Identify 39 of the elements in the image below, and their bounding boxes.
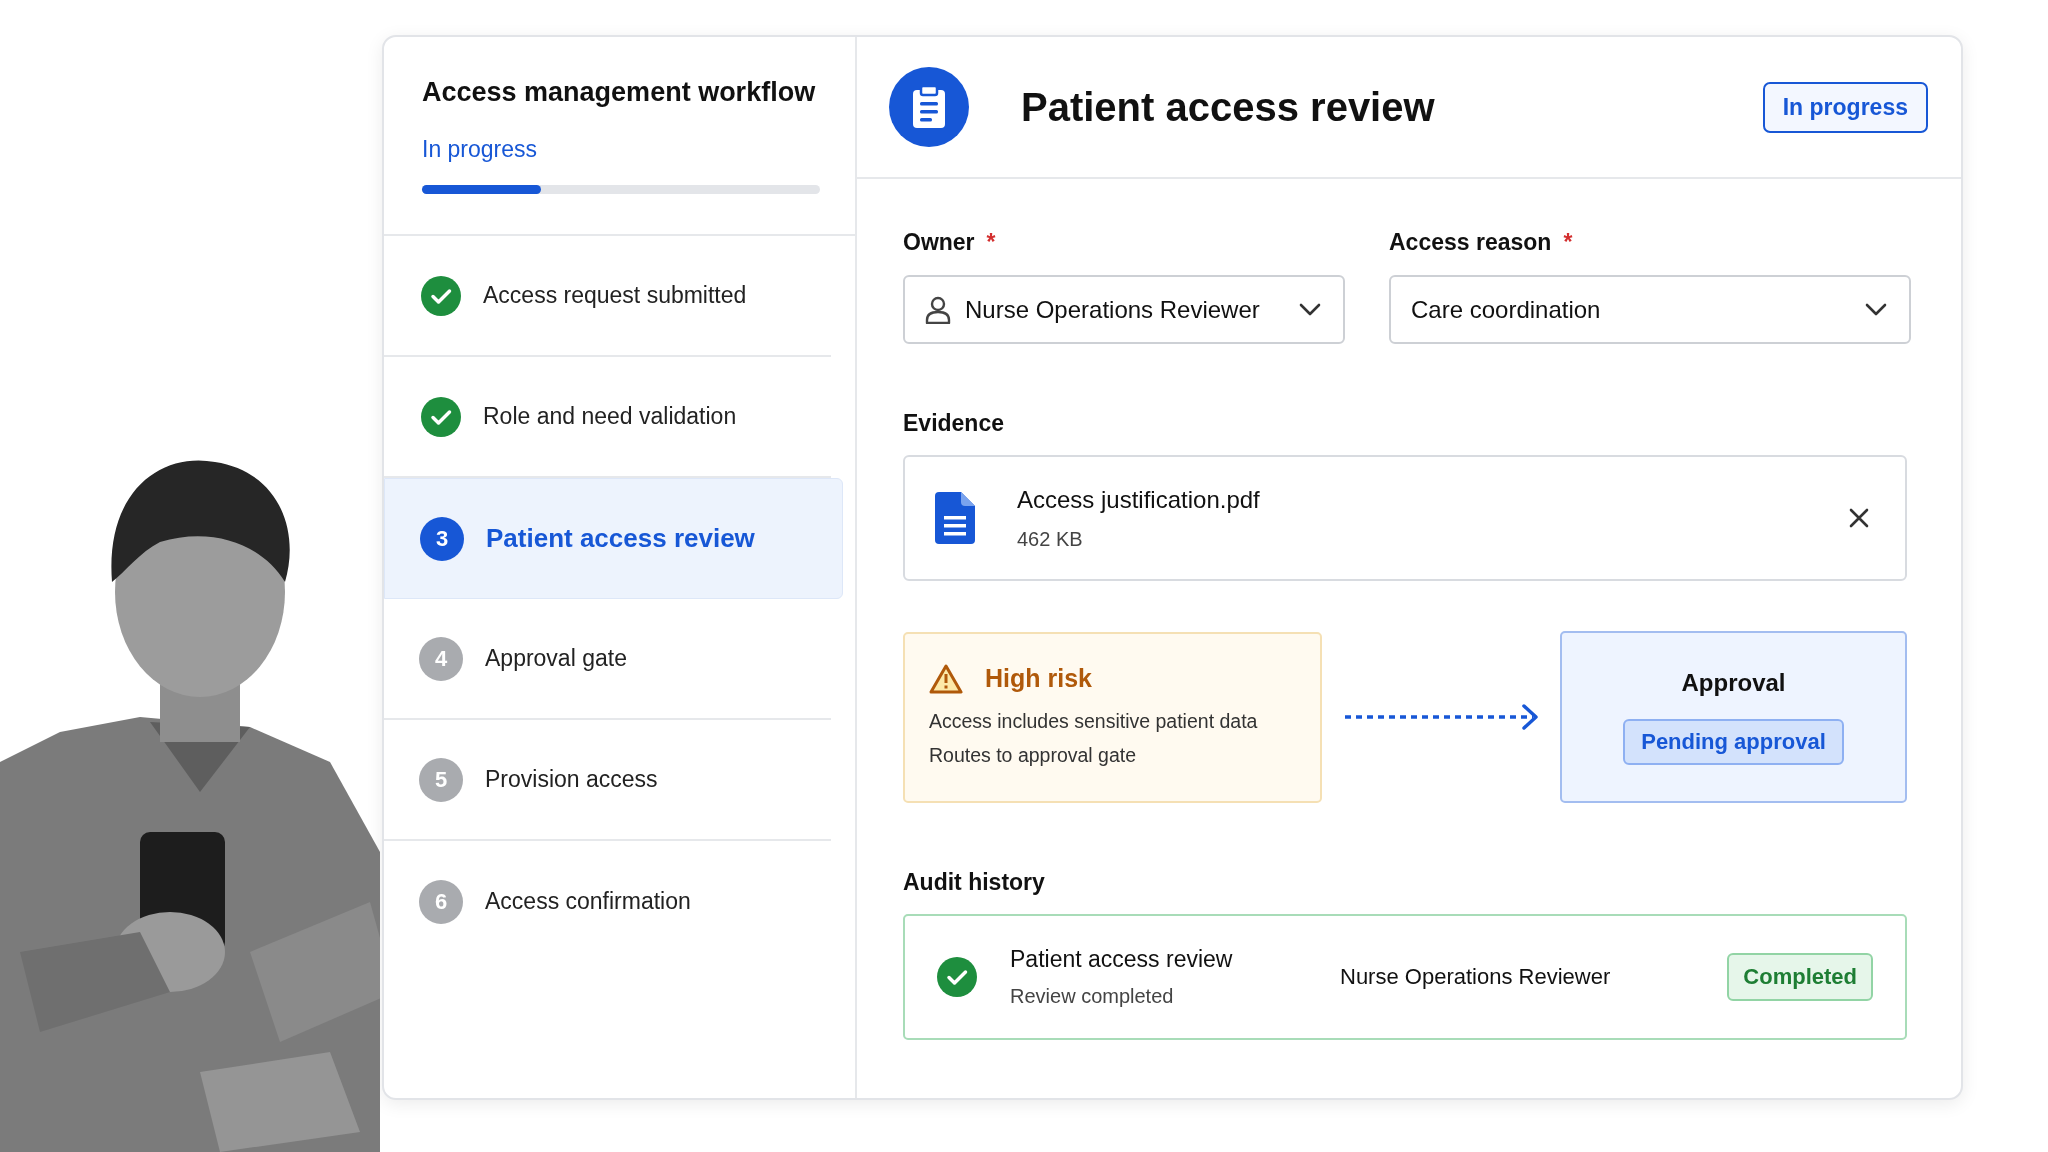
- audit-title: Patient access review: [1010, 946, 1233, 972]
- step-number: 6: [419, 879, 463, 924]
- workflow-title: Access management workflow: [422, 77, 816, 108]
- required-mark: *: [1563, 229, 1573, 257]
- section-heading: Audit history: [903, 869, 1045, 896]
- step-item[interactable]: 6 Access confirmation: [384, 841, 831, 962]
- audit-subtitle: Review completed: [1010, 985, 1174, 1007]
- chevron-down-icon: [1865, 302, 1887, 317]
- step-number: 3: [420, 516, 464, 561]
- risk-description: Access includes sensitive patient data: [929, 709, 1258, 732]
- step-number: 4: [419, 636, 463, 681]
- person-icon: [925, 295, 951, 324]
- approval-title: Approval: [1681, 669, 1786, 697]
- page-title: Patient access review: [1021, 84, 1435, 129]
- step-item[interactable]: 5 Provision access: [384, 720, 831, 841]
- required-mark: *: [986, 229, 996, 257]
- check-circle-icon: [937, 957, 977, 997]
- close-icon[interactable]: [1849, 508, 1869, 528]
- step-item[interactable]: 3 Patient access review: [384, 478, 843, 599]
- warning-icon: [929, 663, 963, 694]
- dropdown-field[interactable]: Care coordination: [1389, 275, 1911, 344]
- status-badge: In progress: [1762, 81, 1928, 133]
- file-name: Access justification.pdf: [1017, 485, 1260, 513]
- risk-title: High risk: [985, 664, 1092, 693]
- step-item[interactable]: Access request submitted: [384, 236, 831, 357]
- step-item[interactable]: 4 Approval gate: [384, 599, 831, 720]
- completed-badge: Completed: [1727, 953, 1873, 1001]
- pending-badge: Pending approval: [1623, 719, 1844, 765]
- audit-actor: Nurse Operations Reviewer: [1340, 964, 1611, 989]
- field-label: Access reason: [1389, 229, 1552, 257]
- document-icon: [935, 492, 975, 544]
- risk-description: Routes to approval gate: [929, 743, 1137, 766]
- file-size: 462 KB: [1017, 527, 1083, 550]
- status-text: In progress: [422, 136, 538, 163]
- step-number: 5: [419, 757, 463, 802]
- section-heading: Evidence: [903, 410, 1004, 437]
- chevron-down-icon: [1299, 302, 1321, 317]
- field-label: Owner: [903, 229, 975, 257]
- dropdown-field[interactable]: Nurse Operations Reviewer: [903, 275, 1345, 344]
